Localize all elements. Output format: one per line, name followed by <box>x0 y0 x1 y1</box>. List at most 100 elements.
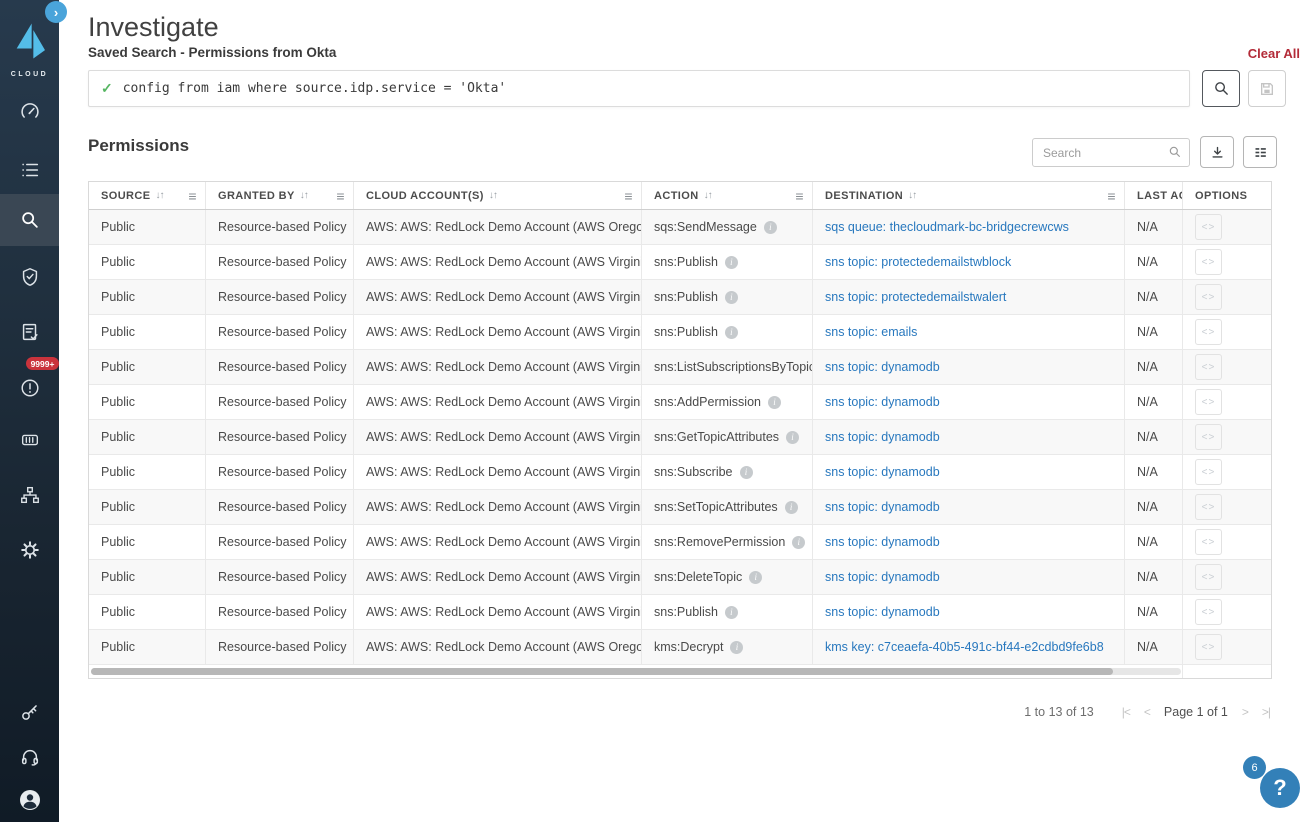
cell-action: sns:DeleteTopic i <box>642 560 813 594</box>
info-icon[interactable]: i <box>730 641 743 654</box>
download-button[interactable] <box>1200 136 1234 168</box>
query-input-bar[interactable]: ✓ config from iam where source.idp.servi… <box>88 70 1190 107</box>
destination-link[interactable]: sns topic: dynamodb <box>825 500 940 514</box>
options-button[interactable]: <> <box>1195 389 1222 415</box>
options-button[interactable]: <> <box>1195 284 1222 310</box>
destination-link[interactable]: sns topic: dynamodb <box>825 465 940 479</box>
info-icon[interactable]: i <box>785 501 798 514</box>
last-page-icon[interactable]: >| <box>1262 705 1270 719</box>
run-search-button[interactable] <box>1202 70 1240 107</box>
options-button[interactable]: <> <box>1195 214 1222 240</box>
next-page-icon[interactable]: > <box>1242 705 1248 719</box>
sidebar-item-profile[interactable] <box>0 776 59 822</box>
sidebar-item-inventory[interactable] <box>0 146 59 194</box>
column-header-last[interactable]: LAST ACCESSED <box>1125 182 1183 209</box>
options-button[interactable]: <> <box>1195 354 1222 380</box>
info-icon[interactable]: i <box>786 431 799 444</box>
sidebar-item-support[interactable] <box>0 734 59 782</box>
table-search-input[interactable] <box>1032 138 1190 167</box>
previous-page-icon[interactable]: < <box>1144 705 1150 719</box>
destination-link[interactable]: sns topic: emails <box>825 325 917 339</box>
destination-link[interactable]: sns topic: dynamodb <box>825 395 940 409</box>
destination-link[interactable]: sns topic: protectedemailstwalert <box>825 290 1006 304</box>
download-icon <box>1210 145 1225 160</box>
options-button[interactable]: <> <box>1195 494 1222 520</box>
cell-source: Public <box>89 280 206 314</box>
scrollbar-thumb[interactable] <box>91 668 1113 675</box>
column-menu-icon[interactable]: ≡ <box>787 188 804 204</box>
sort-icons[interactable]: ↓↑ <box>704 190 712 201</box>
sidebar-expand-toggle[interactable]: › <box>45 1 67 23</box>
clear-all-link[interactable]: Clear All <box>1248 46 1300 61</box>
column-header-options[interactable]: OPTIONS <box>1183 182 1271 209</box>
cell-granted-by: Resource-based Policy <box>206 525 354 559</box>
info-icon[interactable]: i <box>764 221 777 234</box>
info-icon[interactable]: i <box>792 536 805 549</box>
options-button[interactable]: <> <box>1195 424 1222 450</box>
user-circle-icon <box>18 788 42 812</box>
sidebar: CLOUD 9 <box>0 0 59 822</box>
column-header-action[interactable]: ACTION ↓↑ ≡ <box>642 182 813 209</box>
column-menu-icon[interactable]: ≡ <box>616 188 633 204</box>
column-header-source[interactable]: SOURCE ↓↑ ≡ <box>89 182 206 209</box>
cell-granted-by: Resource-based Policy <box>206 630 354 664</box>
info-icon[interactable]: i <box>725 606 738 619</box>
row-range-label: 1 to 13 of 13 <box>1024 705 1094 719</box>
destination-link[interactable]: sns topic: dynamodb <box>825 430 940 444</box>
destination-link[interactable]: sns topic: protectedemailstwblock <box>825 255 1011 269</box>
destination-link[interactable]: sqs queue: thecloudmark-bc-bridgecrewcws <box>825 220 1069 234</box>
sort-icons[interactable]: ↓↑ <box>908 190 916 201</box>
query-valid-check-icon: ✓ <box>101 80 113 97</box>
column-menu-icon[interactable]: ≡ <box>180 188 197 204</box>
first-page-icon[interactable]: |< <box>1122 705 1130 719</box>
cell-action: sns:RemovePermission i <box>642 525 813 559</box>
info-icon[interactable]: i <box>749 571 762 584</box>
column-header-dest[interactable]: DESTINATION ↓↑ ≡ <box>813 182 1125 209</box>
sidebar-item-compute[interactable] <box>0 416 59 464</box>
query-text: config from iam where source.idp.service… <box>123 81 507 96</box>
info-icon[interactable]: i <box>725 326 738 339</box>
options-button[interactable]: <> <box>1195 564 1222 590</box>
sidebar-item-alerts[interactable] <box>0 364 59 412</box>
cell-granted-by: Resource-based Policy <box>206 490 354 524</box>
sidebar-item-settings[interactable] <box>0 526 59 574</box>
cell-last-accessed: N/A <box>1125 280 1183 314</box>
cell-destination: sns topic: dynamodb <box>813 560 1125 594</box>
sidebar-item-access-keys[interactable] <box>0 688 59 736</box>
sidebar-item-network[interactable] <box>0 471 59 519</box>
code-brackets-icon: <> <box>1202 257 1216 268</box>
options-button[interactable]: <> <box>1195 599 1222 625</box>
options-button[interactable]: <> <box>1195 634 1222 660</box>
column-header-account[interactable]: CLOUD ACCOUNT(S) ↓↑ ≡ <box>354 182 642 209</box>
column-settings-button[interactable] <box>1243 136 1277 168</box>
save-search-button[interactable] <box>1248 70 1286 107</box>
sidebar-item-reports[interactable] <box>0 308 59 356</box>
help-button[interactable]: ? <box>1260 768 1300 808</box>
destination-link[interactable]: sns topic: dynamodb <box>825 605 940 619</box>
destination-link[interactable]: kms key: c7ceaefa-40b5-491c-bf44-e2cdbd9… <box>825 640 1104 654</box>
sort-icons[interactable]: ↓↑ <box>300 190 308 201</box>
column-menu-icon[interactable]: ≡ <box>1099 188 1116 204</box>
options-button[interactable]: <> <box>1195 319 1222 345</box>
sidebar-item-compliance[interactable] <box>0 253 59 301</box>
destination-link[interactable]: sns topic: dynamodb <box>825 535 940 549</box>
options-button[interactable]: <> <box>1195 529 1222 555</box>
sort-icons[interactable]: ↓↑ <box>155 190 163 201</box>
options-button[interactable]: <> <box>1195 249 1222 275</box>
info-icon[interactable]: i <box>725 256 738 269</box>
cell-source: Public <box>89 595 206 629</box>
sort-icons[interactable]: ↓↑ <box>489 190 497 201</box>
info-icon[interactable]: i <box>768 396 781 409</box>
pagination: 1 to 13 of 13 |< < Page 1 of 1 > >| <box>88 705 1270 719</box>
container-icon <box>19 429 41 451</box>
destination-link[interactable]: sns topic: dynamodb <box>825 360 940 374</box>
info-icon[interactable]: i <box>725 291 738 304</box>
column-header-granted[interactable]: GRANTED BY ↓↑ ≡ <box>206 182 354 209</box>
options-button[interactable]: <> <box>1195 459 1222 485</box>
action-label: sns:Subscribe <box>654 465 733 479</box>
column-menu-icon[interactable]: ≡ <box>328 188 345 204</box>
sidebar-item-dashboard[interactable] <box>0 88 59 136</box>
info-icon[interactable]: i <box>740 466 753 479</box>
destination-link[interactable]: sns topic: dynamodb <box>825 570 940 584</box>
sidebar-item-investigate[interactable] <box>0 194 59 246</box>
